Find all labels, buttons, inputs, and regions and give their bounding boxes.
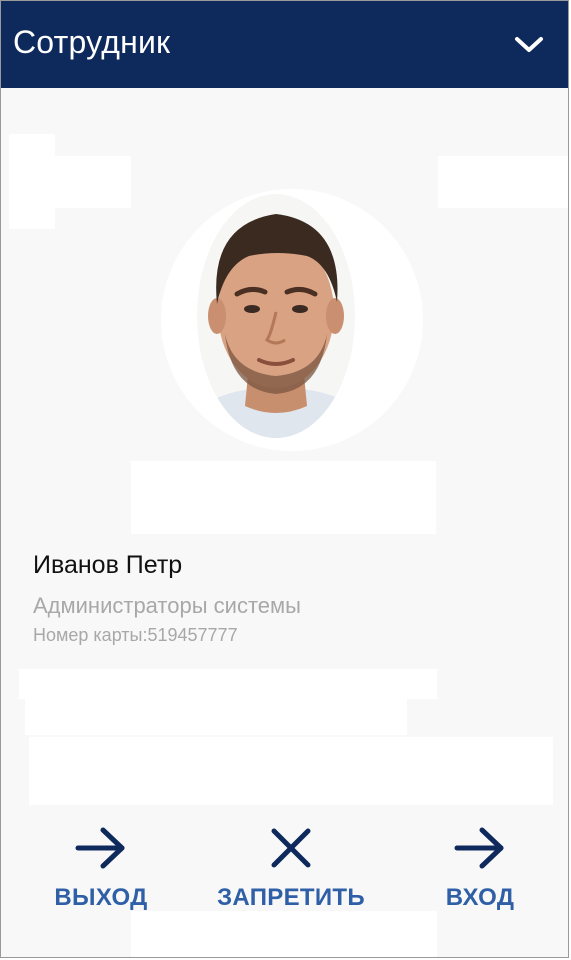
arrow-right-icon bbox=[454, 823, 506, 873]
app-bar: Сотрудник bbox=[1, 1, 568, 88]
avatar bbox=[197, 194, 355, 438]
employee-name: Иванов Петр bbox=[33, 551, 183, 579]
blank-block bbox=[131, 911, 437, 957]
deny-button[interactable]: ЗАПРЕТИТЬ bbox=[205, 823, 377, 912]
enter-button[interactable]: ВХОД bbox=[435, 823, 525, 912]
blank-block bbox=[25, 699, 407, 735]
blank-block bbox=[438, 156, 568, 208]
blank-block bbox=[131, 461, 436, 534]
exit-label: ВЫХОД bbox=[54, 884, 148, 911]
arrow-right-icon bbox=[75, 823, 127, 873]
card-number: Номер карты:519457777 bbox=[33, 625, 238, 645]
deny-label: ЗАПРЕТИТЬ bbox=[217, 884, 365, 911]
exit-button[interactable]: ВЫХОД bbox=[49, 823, 153, 912]
chevron-down-icon[interactable] bbox=[512, 28, 546, 62]
blank-block bbox=[19, 669, 437, 699]
employee-info: Иванов Петр Администраторы системы Номер… bbox=[33, 549, 301, 647]
employee-group: Администраторы системы bbox=[33, 593, 301, 618]
blank-block bbox=[29, 737, 553, 805]
page-title: Сотрудник bbox=[13, 24, 171, 60]
enter-label: ВХОД bbox=[445, 884, 515, 911]
blank-block bbox=[41, 156, 131, 208]
employee-screen: Сотрудник Иванов Петр Администраторы сис… bbox=[0, 0, 569, 958]
close-icon bbox=[269, 823, 313, 873]
